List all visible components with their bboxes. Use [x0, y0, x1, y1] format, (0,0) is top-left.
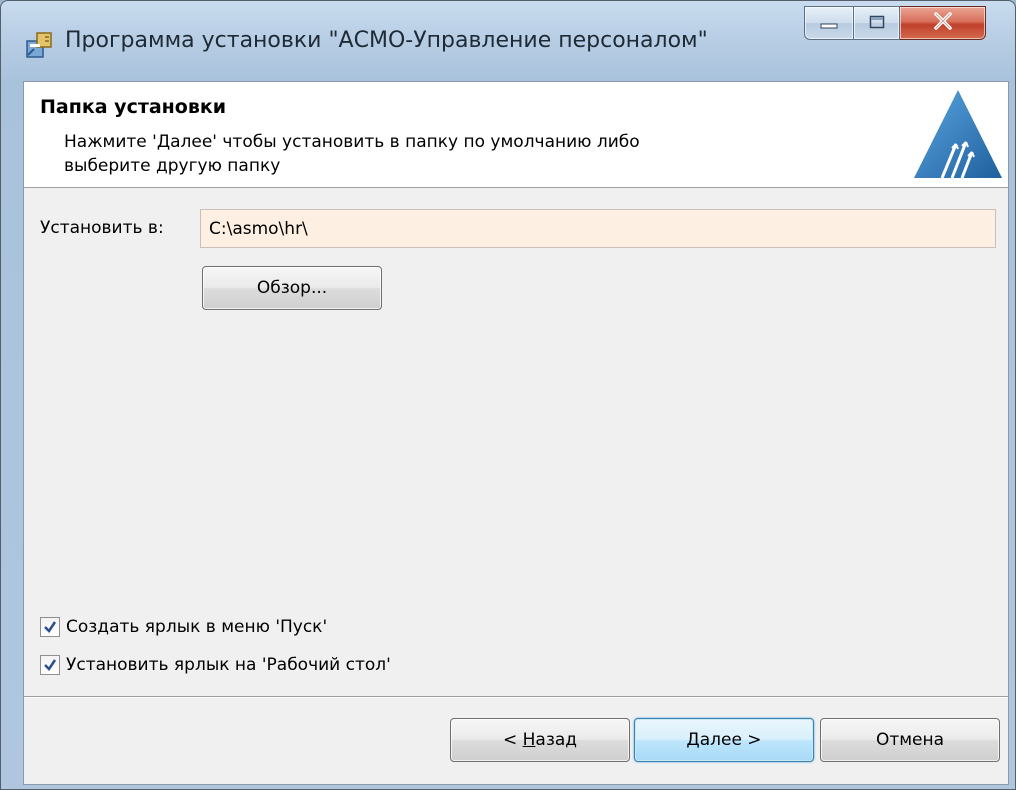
description-line-2: выберите другую папку [64, 156, 281, 176]
caption-buttons [804, 6, 986, 42]
page-title: Папка установки [40, 96, 227, 118]
description-line-1: Нажмите 'Далее' чтобы установить в папку… [64, 132, 640, 152]
page-description: Нажмите 'Далее' чтобы установить в папку… [64, 130, 764, 178]
install-to-label: Установить в: [40, 218, 164, 238]
asmo-logo [912, 86, 1004, 182]
browse-button[interactable]: Обзор... [202, 266, 382, 310]
installer-icon [25, 29, 55, 59]
start-menu-shortcut-option[interactable]: Создать ярлык в меню 'Пуск' [40, 617, 327, 637]
dialog-header: Папка установки Нажмите 'Далее' чтобы ус… [24, 82, 1008, 188]
back-button-accelerator: Н [522, 730, 536, 750]
start-menu-shortcut-checkbox[interactable] [40, 617, 60, 637]
minimize-icon [820, 14, 838, 33]
back-button-label: азад [535, 730, 578, 750]
start-menu-shortcut-label: Создать ярлык в меню 'Пуск' [66, 617, 328, 637]
footer-separator [24, 696, 1008, 698]
installer-window: Программа установки "АСМО-Управление пер… [0, 0, 1016, 790]
window-title: Программа установки "АСМО-Управление пер… [65, 28, 708, 53]
minimize-button[interactable] [804, 6, 854, 40]
dialog-client-area: Папка установки Нажмите 'Далее' чтобы ус… [23, 81, 1009, 785]
next-button[interactable]: Далее > [634, 718, 814, 762]
desktop-shortcut-checkbox[interactable] [40, 655, 60, 675]
title-bar[interactable]: Программа установки "АСМО-Управление пер… [1, 1, 1015, 81]
maximize-button[interactable] [854, 6, 900, 40]
desktop-shortcut-label: Установить ярлык на 'Рабочий стол' [66, 655, 391, 675]
install-path-input[interactable] [200, 209, 996, 248]
cancel-button[interactable]: Отмена [820, 718, 1000, 762]
close-button[interactable] [900, 6, 986, 40]
close-icon [933, 12, 953, 34]
back-button-prefix: < [502, 730, 523, 750]
back-button[interactable]: < Назад [450, 718, 630, 762]
desktop-shortcut-option[interactable]: Установить ярлык на 'Рабочий стол' [40, 655, 391, 675]
maximize-icon [869, 14, 885, 33]
